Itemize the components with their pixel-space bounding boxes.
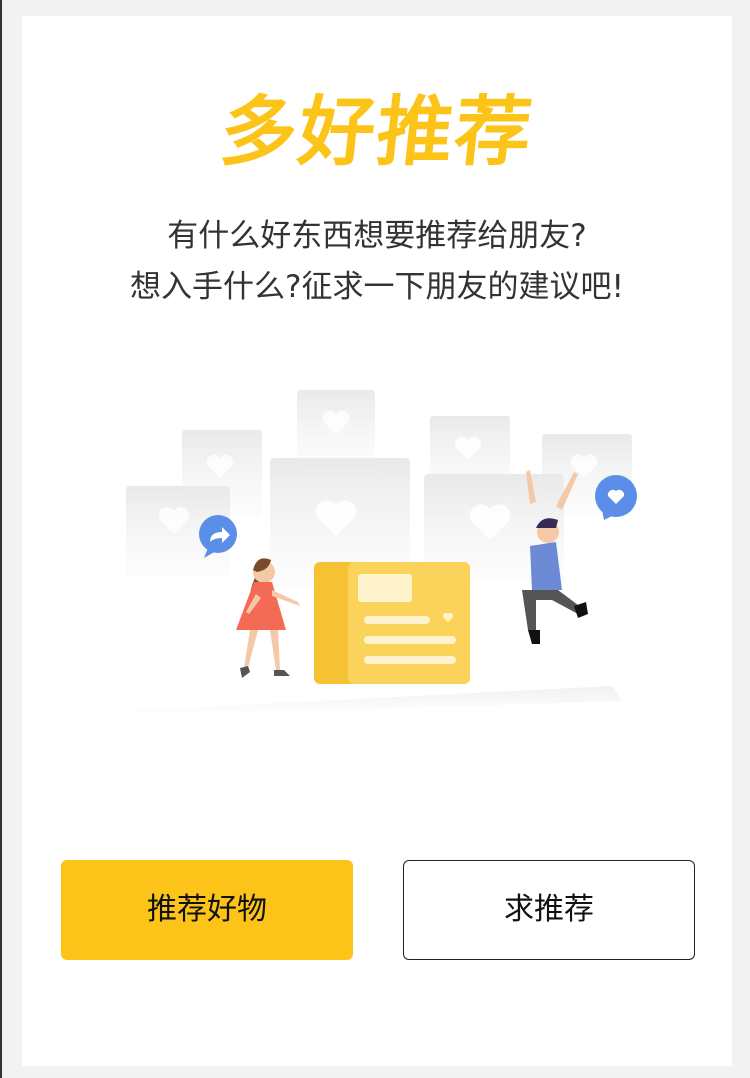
heart-card-1	[297, 390, 375, 468]
page-title: 多好推荐	[216, 87, 538, 176]
main-card: 多好推荐 有什么好东西想要推荐给朋友? 想入手什么?征求一下朋友的建议吧! 推荐…	[22, 16, 732, 1066]
window-edge	[0, 0, 2, 1078]
ask-recommend-button[interactable]: 求推荐	[403, 860, 695, 960]
subtitle-line-1: 有什么好东西想要推荐给朋友?	[167, 218, 587, 254]
recommend-goods-button[interactable]: 推荐好物	[61, 860, 353, 960]
recommend-illustration	[122, 390, 637, 716]
ground-shadow	[122, 686, 622, 716]
subtitle-line-2: 想入手什么?征求一下朋友的建议吧!	[130, 269, 624, 305]
recommend-box-graphic	[314, 562, 470, 684]
